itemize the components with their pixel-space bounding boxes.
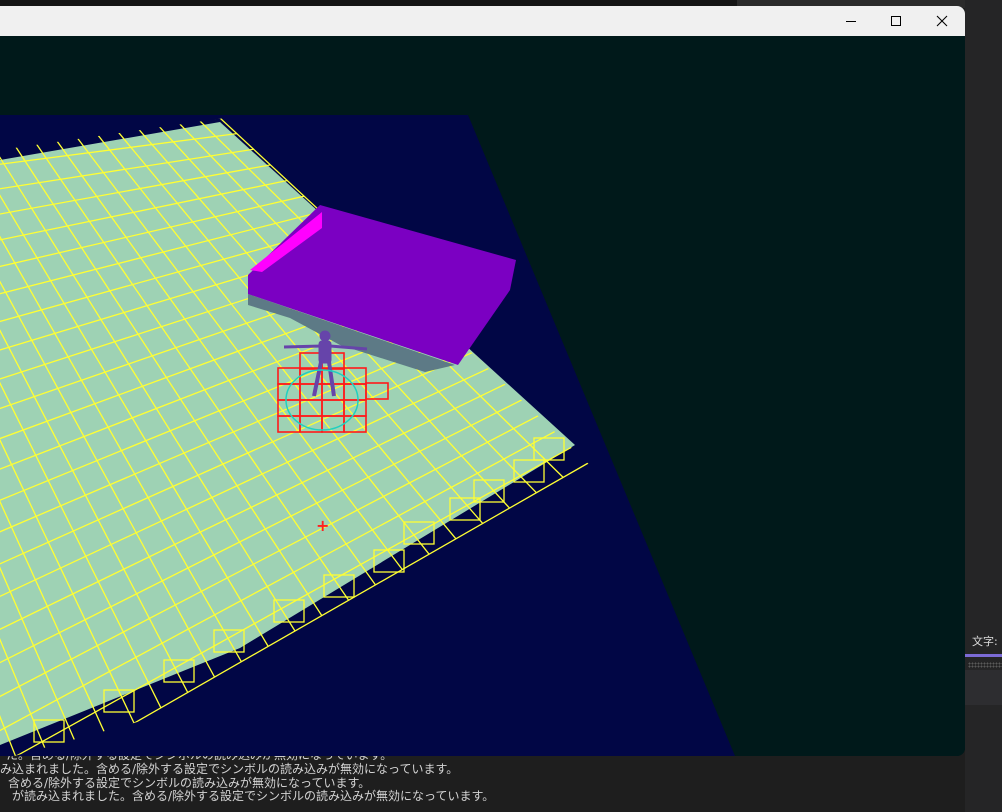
scene-canvas[interactable]: + (0, 36, 965, 756)
side-panel-label: 文字: (972, 635, 998, 648)
close-button[interactable] (919, 6, 965, 36)
cursor-marker: + (316, 516, 329, 535)
app-window: + (0, 6, 965, 756)
console-line: み込まれました。含める/除外する設定でシンボルの読み込みが無効になっています。 (0, 762, 459, 776)
side-panel-lower (965, 670, 1002, 705)
window-titlebar[interactable] (0, 6, 965, 36)
3d-viewport[interactable]: + (0, 36, 965, 756)
maximize-icon (891, 16, 901, 26)
close-icon (936, 15, 948, 27)
console-line: が読み込まれました。含める/除外する設定でシンボルの読み込みが無効になっています… (12, 789, 495, 803)
side-panel-accent (965, 654, 1002, 657)
side-panel-splitter[interactable] (968, 662, 1002, 668)
maximize-button[interactable] (873, 6, 919, 36)
minimize-button[interactable] (828, 6, 874, 36)
minimize-icon (846, 21, 856, 22)
console-line: 含める/除外する設定でシンボルの読み込みが無効になっています。 (8, 776, 371, 790)
output-console: た。含める/除外する設定でシンボルの読み込みが無効になっています。 み込まれまし… (0, 748, 965, 812)
